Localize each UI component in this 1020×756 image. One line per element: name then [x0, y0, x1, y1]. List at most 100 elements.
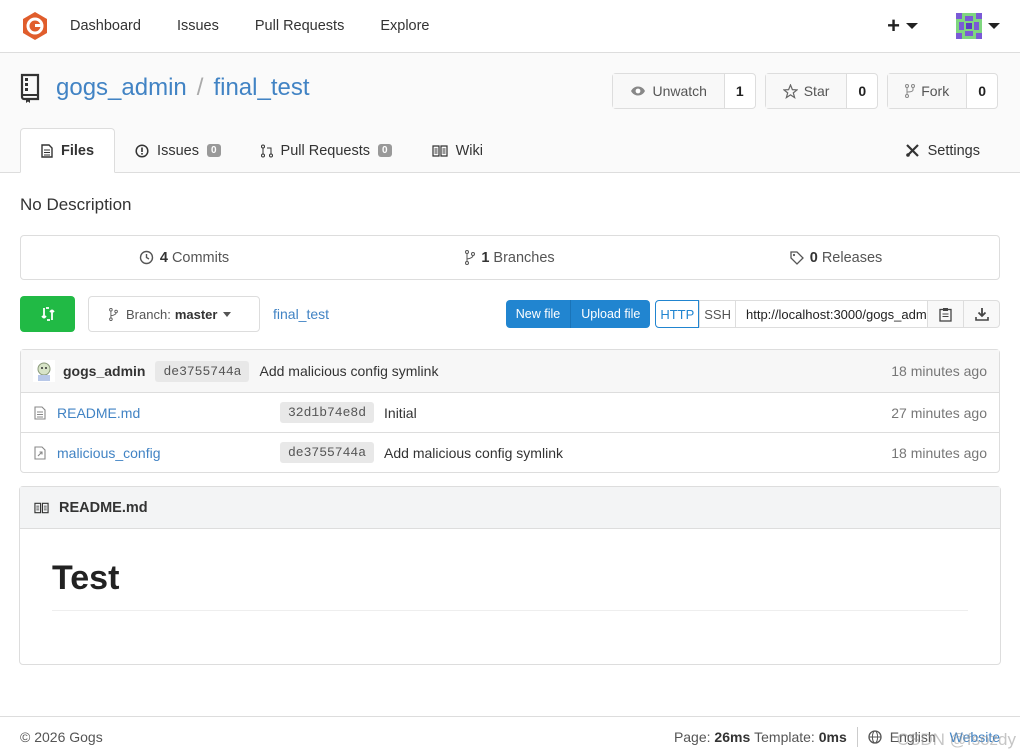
- page-time: 26ms: [714, 728, 751, 745]
- download-icon: [974, 308, 989, 321]
- compare-icon: [40, 307, 55, 321]
- star-button[interactable]: Star 0: [764, 73, 879, 109]
- gogs-logo-icon[interactable]: [20, 11, 50, 41]
- watermark: CSDN @fsozdy: [896, 730, 1016, 749]
- table-row: malicious_config de3755744a Add maliciou…: [21, 432, 999, 472]
- file-commit-sha[interactable]: 32d1b74e8d: [280, 402, 375, 423]
- repo-book-icon: [20, 73, 40, 103]
- file-action-buttons: New file Upload file: [505, 300, 651, 328]
- tab-wiki-label: Wiki: [455, 142, 483, 159]
- path-breadcrumb[interactable]: final_test: [273, 306, 329, 322]
- file-commit-sha[interactable]: de3755744a: [280, 442, 375, 463]
- http-clone-button[interactable]: HTTP: [655, 300, 700, 328]
- branch-prefix: Branch:: [126, 306, 171, 322]
- commits-count: 4: [159, 249, 168, 266]
- create-new-dropdown[interactable]: +: [887, 15, 918, 37]
- book-open-icon: [34, 502, 49, 513]
- commit-message: Add malicious config symlink: [259, 363, 439, 379]
- plus-icon: +: [887, 13, 900, 38]
- nav-pull-requests[interactable]: Pull Requests: [255, 18, 344, 34]
- repo-stats-bar: 4 Commits 1 Branches 0 Releases: [20, 235, 1000, 280]
- clone-url-input[interactable]: http://localhost:3000/gogs_admin/final_t…: [736, 300, 928, 328]
- page-time-label: Page:: [673, 728, 711, 745]
- branch-icon: [109, 307, 118, 321]
- compare-pull-button[interactable]: [20, 296, 75, 332]
- nav-dashboard[interactable]: Dashboard: [70, 18, 141, 34]
- fork-icon: [905, 84, 916, 98]
- repo-title: gogs_admin / final_test: [20, 73, 310, 103]
- clipboard-icon: [939, 307, 952, 322]
- repo-owner-link[interactable]: gogs_admin: [56, 74, 187, 102]
- commit-sha[interactable]: de3755744a: [155, 360, 250, 382]
- nav-explore[interactable]: Explore: [380, 18, 429, 34]
- file-name-link[interactable]: README.md: [57, 405, 280, 421]
- file-commit-message: Add malicious config symlink: [384, 444, 563, 461]
- file-name-link[interactable]: malicious_config: [57, 445, 280, 461]
- pull-request-icon: [260, 144, 273, 157]
- branch-dropdown[interactable]: Branch: master: [88, 296, 260, 332]
- issues-count-badge: 0: [206, 144, 221, 157]
- tab-files-label: Files: [61, 142, 95, 159]
- upload-file-button[interactable]: Upload file: [570, 300, 650, 328]
- branches-label: Branches: [493, 249, 555, 266]
- commits-label: Commits: [171, 249, 230, 266]
- nav-issues[interactable]: Issues: [177, 18, 219, 34]
- file-text-icon: [41, 143, 53, 158]
- watchers-count[interactable]: 1: [725, 74, 755, 108]
- caret-down-icon: [988, 23, 1000, 29]
- file-commit-time: 18 minutes ago: [891, 444, 987, 461]
- repo-name-link[interactable]: final_test: [213, 74, 309, 102]
- repo-path-separator: /: [196, 74, 204, 101]
- file-commit-time: 27 minutes ago: [891, 404, 987, 421]
- new-file-button[interactable]: New file: [506, 300, 570, 328]
- top-navbar: Dashboard Issues Pull Requests Explore +: [0, 0, 1020, 53]
- file-toolbar: Branch: master final_test New file Uploa…: [20, 296, 1000, 332]
- branches-stat[interactable]: 1 Branches: [347, 250, 673, 266]
- tab-settings[interactable]: Settings: [885, 128, 1000, 173]
- book-open-icon: [431, 144, 448, 157]
- download-button[interactable]: [964, 300, 1000, 328]
- issue-icon: [135, 143, 149, 158]
- eye-icon: [631, 86, 646, 96]
- tag-icon: [790, 250, 804, 265]
- repo-description: No Description: [20, 195, 132, 214]
- unwatch-label: Unwatch: [652, 83, 707, 99]
- unwatch-button[interactable]: Unwatch 1: [612, 73, 756, 109]
- caret-down-icon: [906, 23, 918, 29]
- avatar: [33, 360, 55, 382]
- forks-count[interactable]: 0: [967, 74, 997, 108]
- tab-wiki[interactable]: Wiki: [412, 128, 503, 173]
- repo-header: gogs_admin / final_test Unwatch 1 Star 0…: [0, 53, 1020, 173]
- copy-url-button[interactable]: [928, 300, 964, 328]
- readme-filename: README.md: [59, 499, 148, 516]
- pulls-count-badge: 0: [378, 144, 392, 157]
- readme-header: README.md: [20, 487, 1000, 529]
- caret-down-icon: [223, 311, 232, 317]
- symlink-file-icon: [34, 445, 46, 460]
- commits-stat[interactable]: 4 Commits: [21, 250, 347, 266]
- tab-pull-requests[interactable]: Pull Requests 0: [241, 128, 412, 173]
- tab-issues[interactable]: Issues 0: [115, 128, 240, 173]
- stars-count[interactable]: 0: [847, 74, 877, 108]
- avatar: [956, 13, 982, 39]
- fork-button[interactable]: Fork 0: [887, 73, 998, 109]
- ssh-clone-button[interactable]: SSH: [699, 300, 736, 328]
- releases-count: 0: [809, 249, 818, 266]
- history-icon: [139, 250, 154, 265]
- template-time-label: Template:: [754, 728, 815, 745]
- readme-panel: README.md Test: [19, 486, 1001, 665]
- releases-stat[interactable]: 0 Releases: [673, 250, 999, 266]
- commit-author[interactable]: gogs_admin: [63, 363, 145, 379]
- user-menu-dropdown[interactable]: [956, 13, 1000, 39]
- file-commit-message: Initial: [384, 404, 417, 421]
- clone-url-group: HTTP SSH http://localhost:3000/gogs_admi…: [655, 300, 1000, 328]
- branches-count: 1: [481, 249, 490, 266]
- star-label: Star: [803, 83, 830, 99]
- branch-name: master: [174, 306, 218, 322]
- tab-issues-label: Issues: [157, 142, 199, 159]
- wrench-icon: [905, 144, 919, 157]
- tab-files[interactable]: Files: [20, 128, 116, 173]
- file-table: gogs_admin de3755744a Add malicious conf…: [20, 349, 1000, 473]
- footer-copyright: © 2026 Gogs: [20, 728, 103, 745]
- readme-content: Test: [20, 529, 1000, 664]
